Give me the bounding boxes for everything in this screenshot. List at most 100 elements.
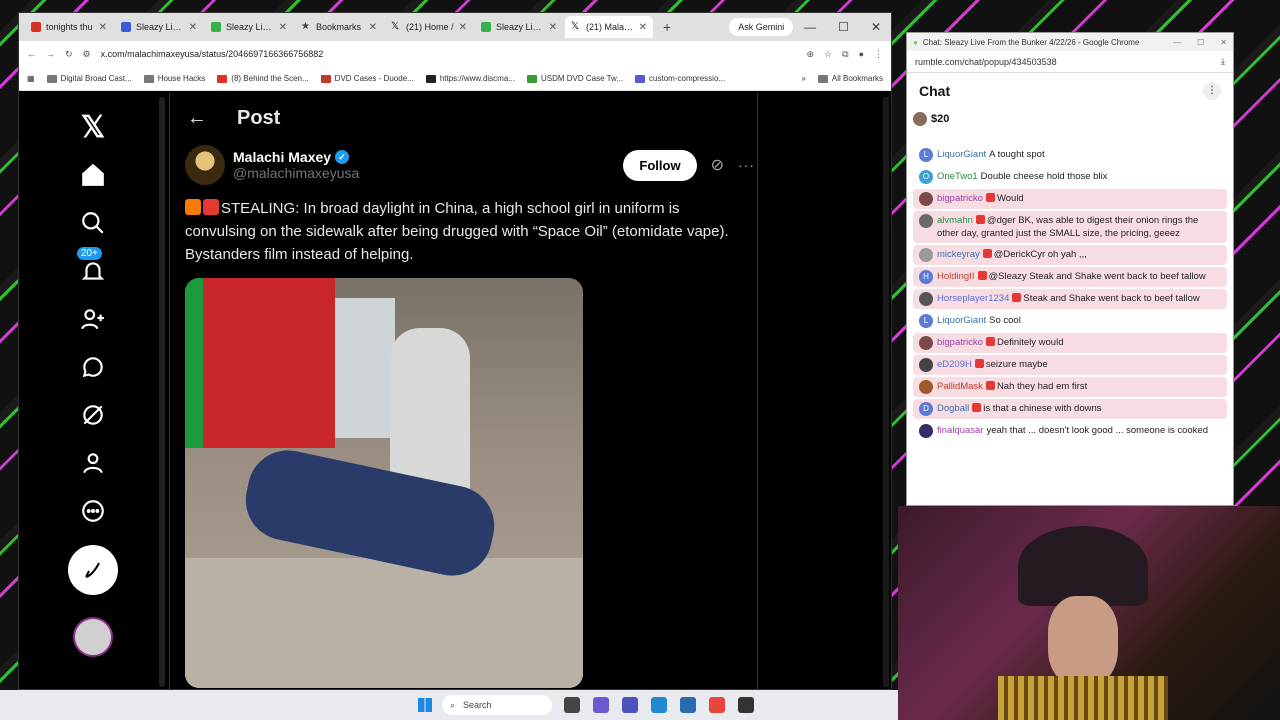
messages-icon[interactable] (73, 347, 113, 387)
back-arrow-icon[interactable]: ← (187, 107, 207, 130)
profile-icon[interactable] (73, 443, 113, 483)
close-icon[interactable]: ✕ (459, 22, 467, 33)
more-bookmarks-icon[interactable]: » (801, 74, 805, 83)
close-icon[interactable]: ✕ (189, 22, 197, 33)
page-scrollbar[interactable] (883, 97, 889, 687)
chat-username[interactable]: bigpatricko (937, 337, 983, 348)
tab-1[interactable]: Sleazy Live F✕ (115, 16, 203, 38)
compose-post-button[interactable] (68, 545, 118, 595)
tab-0[interactable]: tonights thu ✕ (25, 16, 113, 38)
chat-username[interactable]: LiquorGiant (937, 315, 986, 326)
close-icon[interactable]: ✕ (99, 22, 107, 33)
chat-username[interactable]: Horseplayer1234 (937, 293, 1009, 304)
post-video[interactable] (185, 278, 583, 688)
chat-username[interactable]: bigpatricko (937, 193, 983, 204)
close-icon[interactable]: ✕ (369, 22, 377, 33)
bookmark-item[interactable]: (8) Behind the Scen... (217, 74, 309, 83)
chat-menu-icon[interactable]: ⋮ (1203, 82, 1221, 100)
avatar[interactable] (73, 617, 113, 657)
taskbar-search[interactable]: ⌕ Search (442, 695, 552, 715)
chat-user-avatar[interactable]: L (919, 148, 933, 162)
author-avatar[interactable] (185, 145, 225, 185)
tab-3[interactable]: ★ Bookmarks ✕ (295, 16, 383, 38)
chat-username[interactable]: alvmahn (937, 215, 973, 226)
close-window-icon[interactable]: ✕ (871, 20, 881, 34)
chat-user-avatar[interactable] (919, 380, 933, 394)
tab-4[interactable]: 𝕏 (21) Home / ✕ (385, 16, 473, 38)
chat-user-avatar[interactable] (919, 358, 933, 372)
grok-icon[interactable]: ⊘ (711, 155, 724, 175)
url-field[interactable]: x.com/malachimaxeyusa/status/20466971663… (101, 49, 797, 59)
store-icon[interactable] (680, 697, 696, 713)
maximize-icon[interactable]: ☐ (838, 20, 849, 34)
app-icon[interactable] (738, 697, 754, 713)
chat-username[interactable]: mickeyray (937, 249, 980, 260)
chat-user-avatar[interactable]: L (919, 314, 933, 328)
bell-icon[interactable]: 20+ (73, 247, 113, 291)
bookmark-item[interactable]: House Hacks (143, 74, 205, 83)
chat-user-avatar[interactable] (919, 214, 933, 228)
close-icon[interactable]: ✕ (279, 22, 287, 33)
close-icon[interactable]: ✕ (549, 22, 557, 33)
task-view-icon[interactable] (564, 697, 580, 713)
tab-2[interactable]: Sleazy Live F✕ (205, 16, 293, 38)
close-window-icon[interactable]: ✕ (1220, 38, 1227, 47)
chat-user-avatar[interactable]: H (919, 270, 933, 284)
chat-username[interactable]: eD209H (937, 359, 972, 370)
ask-gemini-button[interactable]: Ask Gemini (729, 18, 794, 36)
more-icon[interactable] (73, 491, 113, 531)
tab-6[interactable]: 𝕏 (21) Malachi ✕ (565, 16, 653, 38)
chat-username[interactable]: LiquorGiant (937, 149, 986, 160)
close-icon[interactable]: ✕ (639, 22, 647, 33)
chat-user-avatar[interactable]: O (919, 170, 933, 184)
copilot-icon[interactable] (593, 697, 609, 713)
chat-user-avatar[interactable]: D (919, 402, 933, 416)
all-bookmarks[interactable]: All Bookmarks (817, 74, 883, 83)
minimize-icon[interactable]: — (804, 20, 816, 34)
reload-icon[interactable]: ↻ (65, 49, 73, 60)
follow-button[interactable]: Follow (623, 149, 697, 181)
author-handle[interactable]: @malachimaxeyusa (233, 165, 359, 181)
x-logo-icon[interactable]: 𝕏 (73, 107, 113, 147)
chat-username[interactable]: PallidMask (937, 381, 983, 392)
author-display-name[interactable]: Malachi Maxey ✓ (233, 149, 359, 165)
chat-username[interactable]: OneTwo1 (937, 171, 978, 182)
add-person-icon[interactable] (73, 299, 113, 339)
sidebar-scrollbar[interactable] (159, 97, 165, 687)
chat-user-avatar[interactable] (919, 292, 933, 306)
chat-username[interactable]: finalquasar (937, 425, 983, 436)
download-icon[interactable]: ⤓ (1221, 56, 1225, 67)
chat-user-avatar[interactable] (919, 192, 933, 206)
back-icon[interactable]: ← (27, 49, 36, 59)
bookmark-item[interactable]: https://www.discma... (425, 74, 515, 83)
windows-start-icon[interactable] (418, 698, 432, 712)
chat-user-avatar[interactable] (919, 424, 933, 438)
chrome-icon[interactable] (709, 697, 725, 713)
home-icon[interactable] (73, 155, 113, 195)
maximize-icon[interactable]: ☐ (1197, 38, 1204, 47)
bookmark-item[interactable]: DVD Cases - Duode... (320, 74, 414, 83)
zoom-icon[interactable]: ⊕ (807, 49, 815, 60)
bookmark-item[interactable]: USDM DVD Case Tw... (526, 74, 623, 83)
profile-icon[interactable]: ● (859, 49, 864, 59)
bookmark-item[interactable]: custom-compressio... (635, 74, 725, 83)
chat-username[interactable]: HoldingII (937, 271, 975, 282)
pinned-rant[interactable]: $20 (907, 109, 1233, 129)
grok-icon[interactable] (73, 395, 113, 435)
menu-icon[interactable]: ⋮ (874, 49, 883, 60)
site-info-icon[interactable]: ⚙ (83, 49, 91, 60)
chat-user-avatar[interactable] (919, 248, 933, 262)
chat-username[interactable]: Dogball (937, 403, 969, 414)
chat-user-avatar[interactable] (919, 336, 933, 350)
apps-icon[interactable]: ▦ (27, 74, 35, 83)
extensions-icon[interactable]: ⧉ (842, 49, 848, 60)
bookmark-item[interactable]: Digital Broad Cast... (46, 74, 132, 83)
teams-icon[interactable] (622, 697, 638, 713)
chat-url[interactable]: rumble.com/chat/popup/434503538 (915, 57, 1057, 67)
edge-icon[interactable] (651, 697, 667, 713)
forward-icon[interactable]: → (46, 49, 55, 59)
star-icon[interactable]: ☆ (824, 49, 832, 60)
new-tab-button[interactable]: + (655, 19, 679, 35)
search-icon[interactable] (73, 203, 113, 243)
chat-message-list[interactable]: L LiquorGiant A tought spot O OneTwo1 Double … (907, 143, 1233, 505)
